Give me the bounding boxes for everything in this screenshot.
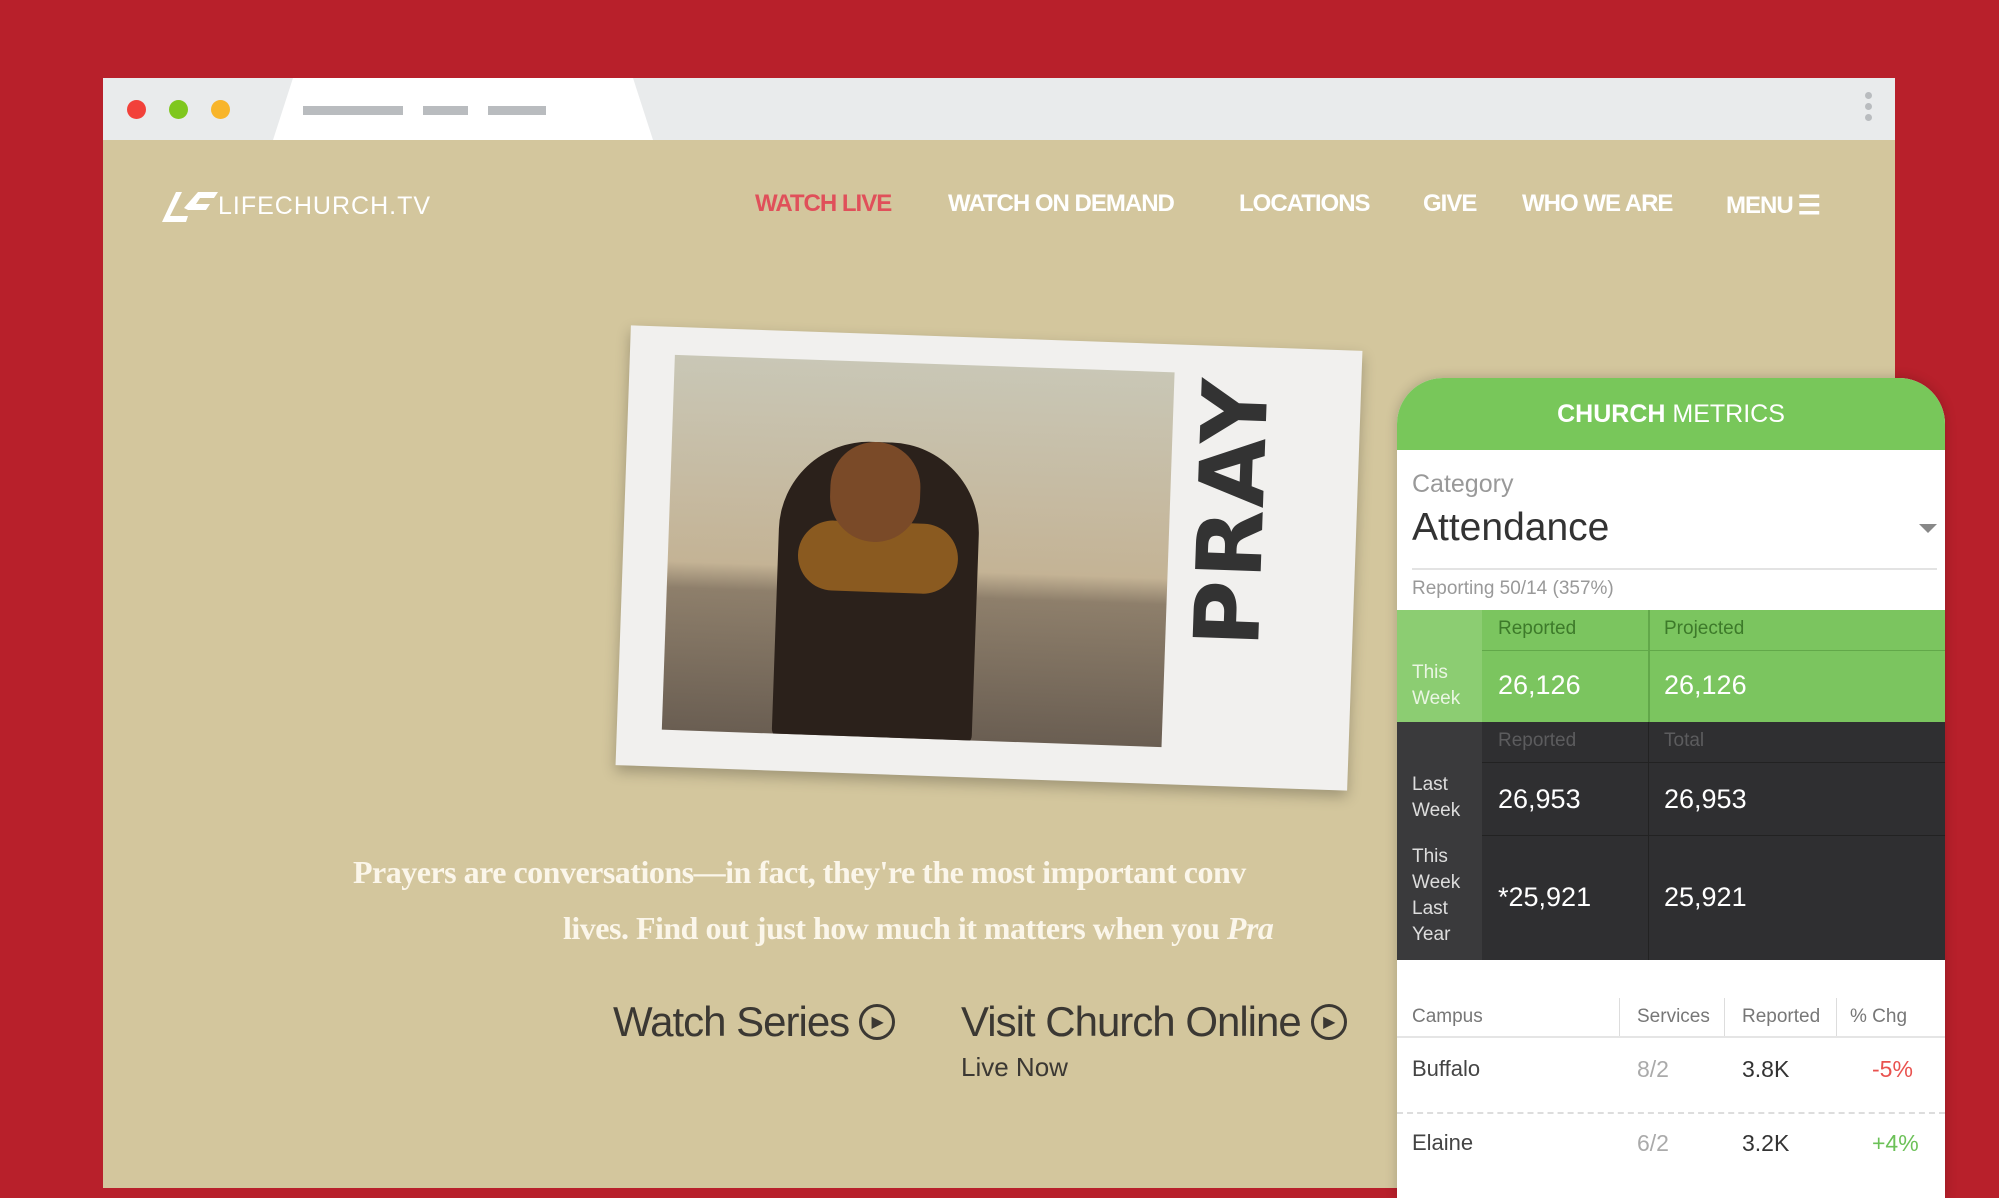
kebab-menu-icon[interactable]: [1865, 92, 1873, 125]
column-header-reported[interactable]: Reported: [1742, 1006, 1820, 1028]
category-value: Attendance: [1412, 506, 1610, 549]
hero-text-line-1: Prayers are conversations—in fact, they'…: [353, 854, 1246, 890]
reported-header: Reported: [1498, 730, 1577, 751]
nav-menu[interactable]: MENU ☰: [1726, 190, 1821, 221]
campus-name: Elaine: [1412, 1130, 1474, 1155]
campus-change: +4%: [1872, 1130, 1919, 1156]
tab-placeholder-bar: [488, 106, 546, 115]
campus-change: -5%: [1872, 1056, 1913, 1082]
maximize-button[interactable]: [211, 100, 230, 119]
hero-photo: [661, 354, 1175, 748]
minimize-button[interactable]: [169, 100, 188, 119]
watch-series-link[interactable]: Watch Series ▶: [613, 998, 896, 1046]
this-week-reported: 26,126: [1498, 670, 1581, 700]
campus-services: 6/2: [1637, 1130, 1669, 1156]
last-week-total: 26,953: [1664, 784, 1747, 814]
history-block: Reported Total Last Week 26,953 26,953 Th…: [1397, 722, 1945, 960]
nav-give[interactable]: GIVE: [1423, 190, 1477, 218]
visit-church-online-link[interactable]: Visit Church Online ▶: [961, 998, 1347, 1046]
browser-tab[interactable]: [273, 78, 653, 140]
nav-watch-live[interactable]: WATCH LIVE: [755, 190, 892, 218]
hero-text-italic: Pra: [1226, 910, 1274, 946]
tab-placeholder-bar: [423, 106, 468, 115]
site-logo[interactable]: LIFECHURCH.TV: [158, 188, 431, 224]
campus-reported: 3.2K: [1742, 1130, 1790, 1156]
pray-card-label: PRAY: [1175, 375, 1290, 649]
this-week-projected: 26,126: [1664, 670, 1747, 700]
play-icon: ▶: [1310, 1004, 1347, 1040]
last-week-label: Last Week: [1412, 774, 1461, 821]
projected-header: Projected: [1664, 618, 1745, 639]
close-button[interactable]: [127, 100, 146, 119]
this-week-block: This Week Reported Projected 26,126 26,12…: [1397, 610, 1945, 722]
total-header: Total: [1664, 730, 1705, 751]
hamburger-icon: ☰: [1797, 190, 1821, 220]
logo-text: LIFECHURCH.TV: [218, 191, 432, 220]
nav-locations[interactable]: LOCATIONS: [1239, 190, 1371, 218]
visit-online-label: Visit Church Online: [961, 998, 1302, 1045]
column-header-services[interactable]: Services: [1637, 1006, 1710, 1028]
last-week-reported: 26,953: [1498, 784, 1581, 814]
campus-reported: 3.8K: [1742, 1056, 1790, 1082]
chevron-down-icon: [1919, 524, 1937, 533]
category-label: Category: [1412, 470, 1514, 498]
hero-text: lives. Find out just how much it matters…: [563, 910, 1227, 946]
logo-icon: [162, 192, 218, 222]
reporting-status: Reporting 50/14 (357%): [1412, 578, 1614, 599]
church-metrics-panel: CHURCH METRICS Category Attendance Repor…: [1397, 378, 1945, 1198]
tab-placeholder-bar: [303, 106, 403, 115]
column-header-campus[interactable]: Campus: [1412, 1006, 1483, 1028]
nav-watch-on-demand[interactable]: WATCH ON DEMAND: [948, 190, 1175, 218]
this-week-label: This Week: [1412, 662, 1461, 709]
tab-bar: [103, 78, 1895, 140]
watch-series-label: Watch Series: [613, 998, 850, 1045]
panel-title: CHURCH METRICS: [1397, 378, 1945, 450]
live-now-label: Live Now: [961, 1052, 1068, 1082]
campus-name: Buffalo: [1412, 1056, 1481, 1081]
pray-card: PRAY: [615, 325, 1363, 791]
campus-services: 8/2: [1637, 1056, 1669, 1082]
last-year-reported: *25,921: [1498, 882, 1592, 912]
nav-who-we-are[interactable]: WHO WE ARE: [1522, 190, 1673, 218]
column-header-change[interactable]: % Chg: [1850, 1006, 1907, 1028]
reported-header: Reported: [1498, 618, 1577, 639]
hero-text-line-2: lives. Find out just how much it matters…: [563, 910, 1274, 947]
last-year-label: This Week Last Year: [1412, 846, 1461, 945]
last-year-total: 25,921: [1664, 882, 1747, 912]
menu-label: MENU: [1726, 191, 1794, 219]
play-icon: ▶: [859, 1004, 896, 1040]
